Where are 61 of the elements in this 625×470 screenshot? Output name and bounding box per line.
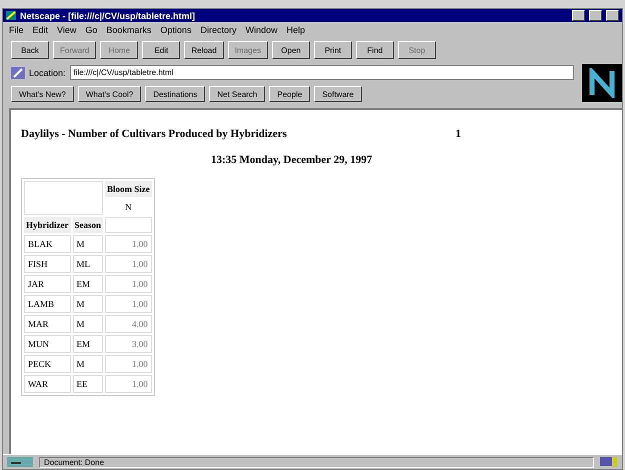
table-cell: WAR	[24, 375, 70, 393]
table-cell: FISH	[24, 255, 70, 273]
toolbar-button[interactable]: Print	[314, 41, 352, 59]
directory-button[interactable]: What's New?	[11, 86, 74, 102]
table-cell: M	[72, 355, 104, 373]
table-cell: BLAK	[24, 235, 70, 253]
table-cell: 1.00	[105, 355, 152, 373]
directory-button[interactable]: What's Cool?	[78, 86, 142, 102]
directory-button[interactable]: Software	[314, 86, 362, 102]
directory-button[interactable]: Destinations	[145, 86, 206, 102]
table-cell: 4.00	[105, 315, 152, 333]
table-cell: PECK	[24, 355, 70, 373]
table-cell: 1.00	[105, 375, 152, 393]
table-cell: 3.00	[105, 335, 152, 353]
toolbar-button[interactable]: Reload	[184, 41, 224, 59]
table-cell: 1.00	[105, 295, 152, 313]
column-header: Hybridizer	[24, 217, 70, 233]
table-cell: 1.00	[105, 275, 152, 293]
table-cell: 1.00	[105, 255, 152, 273]
minimize-button[interactable]	[572, 10, 585, 21]
directory-button[interactable]: People	[269, 86, 310, 102]
directory-button[interactable]: Net Search	[209, 86, 266, 102]
logo-icon	[582, 64, 622, 102]
page-number: 1	[456, 128, 461, 140]
menu-item[interactable]: Help	[286, 25, 305, 35]
window-title: Netscape - [file:///c|/CV/usp/tabletre.html]	[20, 10, 196, 20]
location-field[interactable]: file:///c|/CV/usp/tabletre.html	[70, 65, 574, 80]
table-cell: EM	[72, 275, 104, 293]
toolbar-button[interactable]: Open	[272, 41, 310, 59]
menu-item[interactable]: Go	[85, 25, 98, 35]
table-cell: JAR	[24, 275, 70, 293]
table-cell: M	[72, 295, 104, 313]
table-cell: EE	[72, 375, 104, 393]
status-text: Document: Done	[39, 456, 594, 468]
location-label: Location:	[29, 68, 66, 78]
column-header: Bloom Size	[105, 181, 152, 197]
menu-item[interactable]: File	[9, 25, 24, 35]
toolbar-button[interactable]: Back	[11, 41, 49, 59]
table-cell: EM	[72, 335, 104, 353]
table-cell: LAMB	[24, 295, 70, 313]
column-header: Season	[72, 217, 104, 233]
maximize-button[interactable]	[589, 10, 602, 21]
menu-item[interactable]: Window	[245, 25, 278, 35]
bookmark-icon[interactable]	[11, 66, 25, 78]
app-icon	[6, 11, 16, 20]
table-cell: M	[72, 235, 104, 253]
menu-item[interactable]: Directory	[200, 25, 236, 35]
close-button[interactable]	[606, 10, 619, 21]
menu-item[interactable]: Edit	[32, 25, 48, 35]
table-cell: MAR	[24, 315, 70, 333]
menu-item[interactable]: Options	[160, 25, 192, 35]
report-title: Daylilys - Number of Cultivars Produced by Hybridizers	[21, 128, 287, 140]
report-date: 13:35 Monday, December 29, 1997	[211, 154, 374, 166]
table-cell: ML	[72, 255, 104, 273]
menu-item[interactable]: View	[57, 25, 76, 35]
table-cell: 1.00	[105, 235, 152, 253]
toolbar-button[interactable]: Edit	[142, 41, 180, 59]
table-cell: MUN	[24, 335, 70, 353]
menu-item[interactable]: Bookmarks	[106, 25, 152, 35]
toolbar-button[interactable]: Find	[356, 41, 394, 59]
table-cell: M	[72, 315, 104, 333]
